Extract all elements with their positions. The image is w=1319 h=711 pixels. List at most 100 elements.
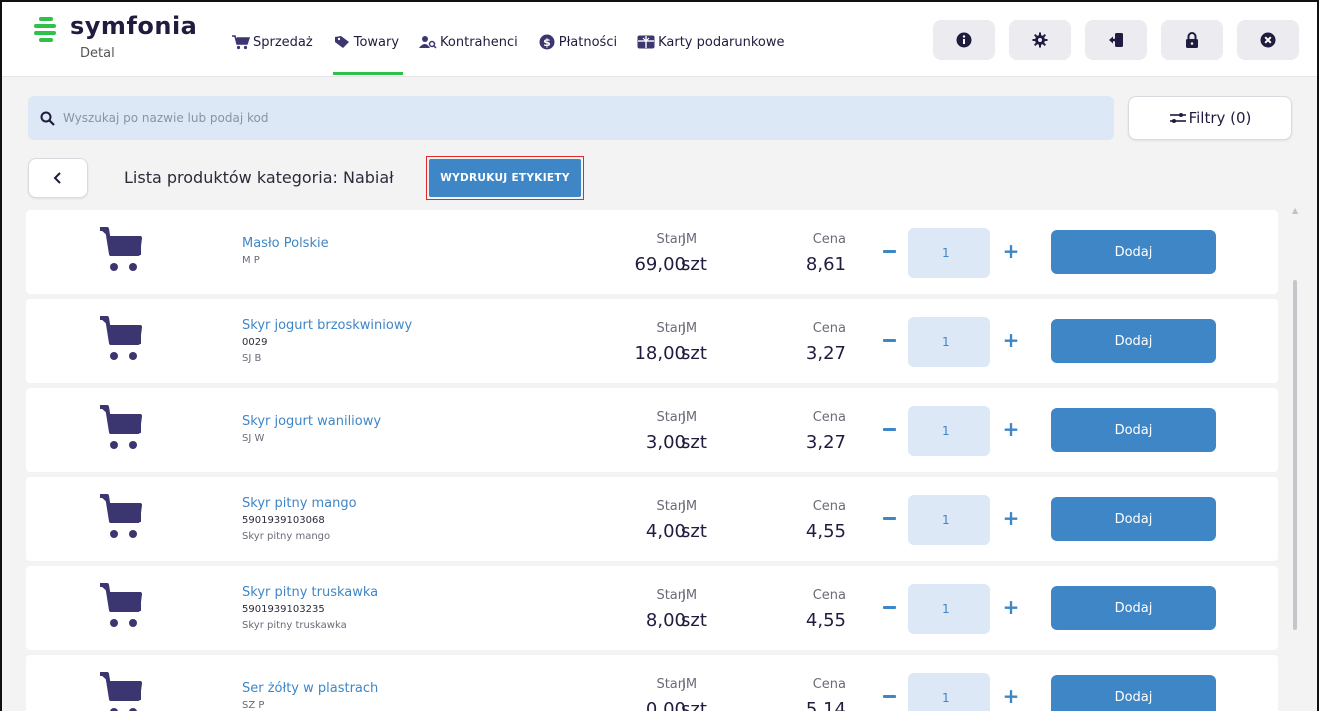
settings-button[interactable]: [1009, 20, 1071, 60]
app-window: symfonia Detal Sprzedaż Towary Kontrahen…: [0, 0, 1319, 711]
back-button[interactable]: [28, 158, 88, 198]
quantity-input[interactable]: 1: [908, 406, 990, 456]
stock-label: Stan: [656, 588, 686, 603]
nav-karty-podarunkowe[interactable]: Karty podarunkowe: [637, 32, 785, 52]
stock-value: 8,00: [645, 610, 686, 631]
info-button[interactable]: [933, 20, 995, 60]
plus-icon: +: [1002, 506, 1020, 530]
stock-value: 3,00: [645, 432, 686, 453]
price-value: 3,27: [805, 343, 846, 364]
quantity-input[interactable]: 1: [908, 317, 990, 367]
price-label: Cena: [812, 410, 846, 425]
product-name[interactable]: Skyr jogurt waniliowy: [242, 414, 381, 429]
minus-icon: [882, 516, 896, 520]
tag-icon: [333, 34, 351, 50]
quantity-input[interactable]: 1: [908, 673, 990, 711]
lock-button[interactable]: [1161, 20, 1223, 60]
scrollbar-thumb[interactable]: [1293, 280, 1297, 630]
unit-value: szt: [681, 432, 707, 453]
logout-icon: [1109, 33, 1123, 47]
plus-icon: +: [1002, 328, 1020, 352]
unit-label: JM: [682, 321, 698, 336]
unit-label: JM: [682, 588, 698, 603]
price-label: Cena: [812, 499, 846, 514]
close-circle-icon: [1260, 32, 1276, 48]
product-row[interactable]: Skyr jogurt waniliowy SJ W Stan 3,00 JM …: [26, 388, 1278, 472]
minus-icon: [882, 338, 896, 342]
stock-value: 69,00: [634, 254, 686, 275]
product-code: 5901939103235: [242, 604, 325, 615]
product-name[interactable]: Masło Polskie: [242, 236, 329, 251]
app-subtitle: Detal: [80, 46, 115, 61]
quantity-input[interactable]: 1: [908, 495, 990, 545]
product-row[interactable]: Skyr pitny truskawka 5901939103235 Skyr …: [26, 566, 1278, 650]
search-input[interactable]: [63, 111, 963, 125]
minus-icon: [882, 427, 896, 431]
nav-kontrahenci[interactable]: Kontrahenci: [419, 32, 518, 52]
app-logo[interactable]: symfonia Detal: [34, 14, 197, 61]
price-value: 5,14: [805, 699, 846, 711]
filter-sliders-icon: [1169, 113, 1186, 123]
product-name[interactable]: Skyr pitny mango: [242, 496, 357, 511]
unit-label: JM: [682, 410, 698, 425]
add-button[interactable]: Dodaj: [1051, 497, 1216, 541]
increase-quantity-button[interactable]: +: [998, 505, 1024, 531]
increase-quantity-button[interactable]: +: [998, 416, 1024, 442]
print-labels-highlight: WYDRUKUJ ETYKIETY: [426, 156, 584, 200]
decrease-quantity-button[interactable]: [876, 416, 902, 442]
info-icon: [956, 32, 972, 48]
decrease-quantity-button[interactable]: [876, 505, 902, 531]
logout-button[interactable]: [1085, 20, 1147, 60]
decrease-quantity-button[interactable]: [876, 683, 902, 709]
product-row[interactable]: Skyr pitny mango 5901939103068 Skyr pitn…: [26, 477, 1278, 561]
minus-icon: [882, 694, 896, 698]
quantity-input[interactable]: 1: [908, 228, 990, 278]
increase-quantity-button[interactable]: +: [998, 594, 1024, 620]
decrease-quantity-button[interactable]: [876, 327, 902, 353]
price-value: 4,55: [805, 521, 846, 542]
shopping-cart-icon: [98, 582, 148, 630]
increase-quantity-button[interactable]: +: [998, 327, 1024, 353]
nav-label: Karty podarunkowe: [658, 34, 785, 50]
shopping-cart-icon: [98, 671, 148, 711]
stock-value: 4,00: [645, 521, 686, 542]
add-button[interactable]: Dodaj: [1051, 586, 1216, 630]
price-value: 8,61: [805, 254, 846, 275]
product-row[interactable]: Ser żółty w plastrach SZ P Stan 0,00 JM …: [26, 655, 1278, 711]
print-labels-button[interactable]: WYDRUKUJ ETYKIETY: [429, 159, 581, 197]
increase-quantity-button[interactable]: +: [998, 683, 1024, 709]
add-button[interactable]: Dodaj: [1051, 675, 1216, 711]
product-shortname: M P: [242, 255, 260, 266]
plus-icon: +: [1002, 595, 1020, 619]
chevron-left-icon: [53, 172, 61, 184]
nav-label: Sprzedaż: [253, 34, 313, 50]
add-button[interactable]: Dodaj: [1051, 230, 1216, 274]
decrease-quantity-button[interactable]: [876, 594, 902, 620]
increase-quantity-button[interactable]: +: [998, 238, 1024, 264]
svg-text:$: $: [543, 36, 551, 49]
product-shortname: SJ B: [242, 353, 262, 364]
stock-value: 18,00: [634, 343, 686, 364]
filters-button[interactable]: Filtry (0): [1128, 96, 1292, 140]
nav-sprzedaz[interactable]: Sprzedaż: [232, 32, 313, 52]
app-name: symfonia: [70, 12, 198, 40]
product-name[interactable]: Skyr jogurt brzoskwiniowy: [242, 318, 412, 333]
close-button[interactable]: [1237, 20, 1299, 60]
product-name[interactable]: Ser żółty w plastrach: [242, 681, 378, 696]
nav-towary[interactable]: Towary: [332, 32, 404, 75]
main-nav: Sprzedaż Towary Kontrahenci $ Płatności: [232, 32, 805, 75]
scroll-up-arrow-icon[interactable]: ▲: [1292, 206, 1300, 215]
quantity-input[interactable]: 1: [908, 584, 990, 634]
unit-value: szt: [681, 254, 707, 275]
shopping-cart-icon: [98, 315, 148, 363]
product-row[interactable]: Skyr jogurt brzoskwiniowy 0029 SJ B Stan…: [26, 299, 1278, 383]
add-button[interactable]: Dodaj: [1051, 319, 1216, 363]
shopping-cart-icon: [98, 493, 148, 541]
product-row[interactable]: Masło Polskie M P Stan 69,00 JM szt Cena…: [26, 210, 1278, 294]
add-button[interactable]: Dodaj: [1051, 408, 1216, 452]
decrease-quantity-button[interactable]: [876, 238, 902, 264]
stock-label: Stan: [656, 232, 686, 247]
product-name[interactable]: Skyr pitny truskawka: [242, 585, 378, 600]
unit-value: szt: [681, 699, 707, 711]
nav-platnosci[interactable]: $ Płatności: [538, 32, 617, 52]
